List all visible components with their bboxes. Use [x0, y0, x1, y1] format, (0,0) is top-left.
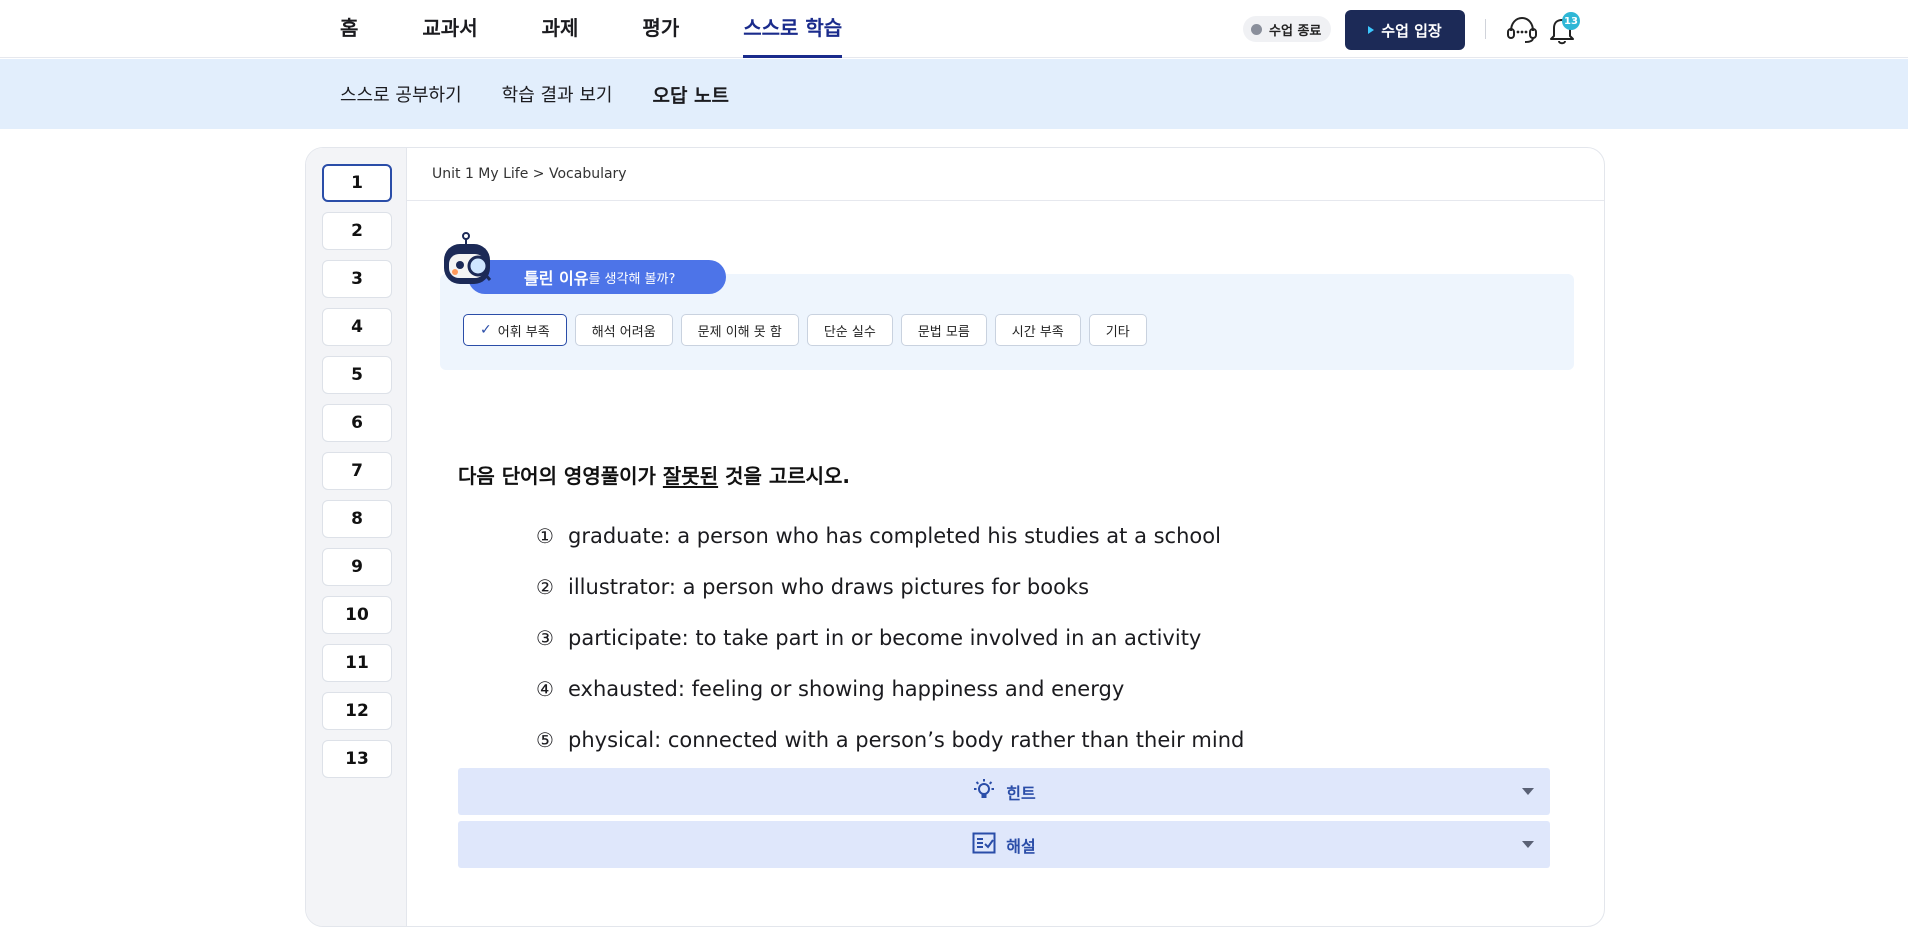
question-number-button[interactable]: 7: [322, 452, 392, 490]
header-divider: [1485, 19, 1486, 39]
question-prefix: 다음 단어의 영영풀이가: [458, 464, 663, 488]
breadcrumb: Unit 1 My Life > Vocabulary: [432, 166, 627, 182]
question-number-button[interactable]: 4: [322, 308, 392, 346]
question-number-button[interactable]: 12: [322, 692, 392, 730]
chevron-down-icon: [1522, 841, 1534, 848]
lightbulb-icon: [972, 778, 996, 806]
explanation-accordion[interactable]: 해설: [458, 821, 1550, 868]
answer-option[interactable]: ② illustrator: a person who draws pictur…: [536, 561, 1244, 612]
question-text: 다음 단어의 영영풀이가 잘못된 것을 고르시오.: [458, 460, 850, 489]
question-number-button[interactable]: 9: [322, 548, 392, 586]
reason-chip-misunderstood[interactable]: 문제 이해 못 함: [680, 314, 799, 346]
question-number-button[interactable]: 11: [322, 644, 392, 682]
option-number: ①: [536, 523, 554, 548]
option-number: ③: [536, 625, 554, 650]
option-number: ④: [536, 676, 554, 701]
subnav-results[interactable]: 학습 결과 보기: [502, 81, 613, 107]
question-number-button[interactable]: 8: [322, 500, 392, 538]
reason-chip-time[interactable]: 시간 부족: [994, 314, 1081, 346]
answer-options: ① graduate: a person who has completed h…: [536, 510, 1244, 765]
reason-chip-simple-mistake[interactable]: 단순 실수: [806, 314, 893, 346]
play-icon: [1368, 26, 1375, 34]
wrong-answer-panel: 1 2 3 4 5 6 7 8 9 10 11 12 13 Unit 1 My …: [305, 147, 1605, 927]
reason-chip-other[interactable]: 기타: [1088, 314, 1147, 346]
question-number-button[interactable]: 6: [322, 404, 392, 442]
nav-item-self-study[interactable]: 스스로 학습: [743, 0, 842, 58]
reason-chip-label: 어휘 부족: [497, 324, 550, 340]
enter-class-label: 수업 입장: [1381, 21, 1442, 40]
class-status-badge: 수업 종료: [1243, 16, 1332, 42]
sub-nav-bar: 스스로 공부하기 학습 결과 보기 오답 노트: [0, 59, 1908, 129]
nav-item-home[interactable]: 홈: [340, 0, 358, 58]
status-dot-icon: [1251, 23, 1262, 35]
answer-option[interactable]: ③ participate: to take part in or become…: [536, 612, 1244, 663]
answer-option[interactable]: ① graduate: a person who has completed h…: [536, 510, 1244, 561]
option-text: physical: connected with a person’s body…: [568, 727, 1245, 752]
nav-item-assignment[interactable]: 과제: [542, 0, 579, 58]
notification-count-badge: 13: [1562, 12, 1580, 30]
reason-chip-interpretation[interactable]: 해석 어려움: [574, 314, 673, 346]
option-number: ⑤: [536, 727, 554, 752]
question-number-button[interactable]: 5: [322, 356, 392, 394]
question-number-list: 1 2 3 4 5 6 7 8 9 10 11 12 13: [306, 148, 407, 926]
reason-chip-vocabulary[interactable]: ✓ 어휘 부족: [463, 314, 567, 346]
wrong-reason-chips: ✓ 어휘 부족 해석 어려움 문제 이해 못 함 단순 실수 문법 모름 시간 …: [463, 314, 1155, 346]
option-number: ②: [536, 574, 554, 599]
check-icon: ✓: [480, 322, 492, 338]
nav-item-textbook[interactable]: 교과서: [422, 0, 477, 58]
answer-option[interactable]: ④ exhausted: feeling or showing happines…: [536, 663, 1244, 714]
main-nav: 홈 교과서 과제 평가 스스로 학습: [340, 0, 906, 58]
wrong-reason-title-rest: 를 생각해 볼까?: [588, 271, 676, 287]
option-text: illustrator: a person who draws pictures…: [568, 574, 1090, 599]
sub-nav: 스스로 공부하기 학습 결과 보기 오답 노트: [340, 59, 769, 129]
support-headset-icon[interactable]: [1505, 15, 1539, 49]
breadcrumb-divider: [407, 200, 1604, 201]
subnav-self-study[interactable]: 스스로 공부하기: [340, 81, 462, 107]
reason-chip-grammar[interactable]: 문법 모름: [900, 314, 987, 346]
question-underlined: 잘못된: [662, 464, 719, 488]
explanation-label: 해설: [1006, 836, 1036, 856]
question-number-button[interactable]: 10: [322, 596, 392, 634]
robot-mascot-icon: [438, 232, 500, 294]
question-number-button[interactable]: 2: [322, 212, 392, 250]
hint-label: 힌트: [1006, 783, 1036, 803]
question-number-button[interactable]: 3: [322, 260, 392, 298]
option-text: graduate: a person who has completed his…: [568, 523, 1221, 548]
nav-item-evaluation[interactable]: 평가: [642, 0, 679, 58]
hint-accordion[interactable]: 힌트: [458, 768, 1550, 815]
class-status-label: 수업 종료: [1269, 23, 1322, 39]
checklist-icon: [972, 832, 996, 858]
question-number-button[interactable]: 13: [322, 740, 392, 778]
option-text: participate: to take part in or become i…: [568, 625, 1202, 650]
chevron-down-icon: [1522, 788, 1534, 795]
enter-class-button[interactable]: 수업 입장: [1345, 10, 1465, 50]
wrong-reason-title-strong: 틀린 이유: [524, 269, 589, 288]
question-suffix: 것을 고르시오.: [718, 464, 851, 488]
question-number-button[interactable]: 1: [322, 164, 392, 202]
subnav-wrong-answer-note[interactable]: 오답 노트: [652, 81, 729, 108]
answer-option[interactable]: ⑤ physical: connected with a person’s bo…: [536, 714, 1244, 765]
wrong-reason-title: 틀린 이유 를 생각해 볼까?: [468, 260, 726, 294]
top-bar: 홈 교과서 과제 평가 스스로 학습 수업 종료 수업 입장 13: [0, 0, 1908, 58]
option-text: exhausted: feeling or showing happiness …: [568, 676, 1125, 701]
